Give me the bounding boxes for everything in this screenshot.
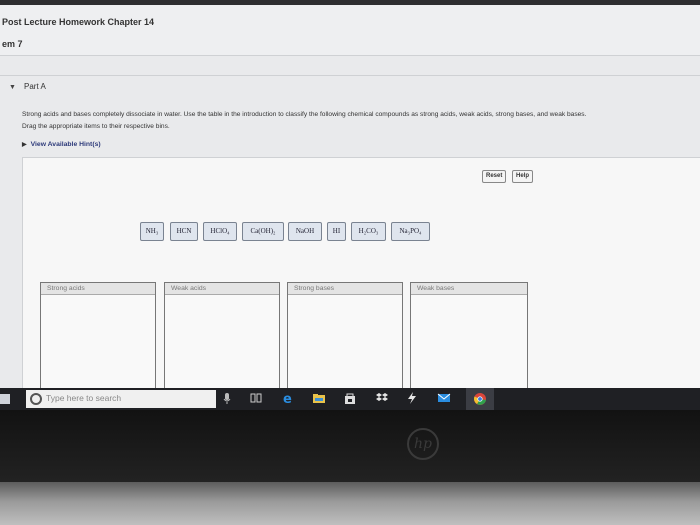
taskbar-search-box[interactable]: Type here to search: [26, 390, 216, 408]
bin-weak-bases[interactable]: Weak bases: [410, 282, 528, 392]
hp-logo: hp: [407, 428, 439, 460]
dropbox-icon[interactable]: [375, 391, 389, 405]
instructions: Strong acids and bases completely dissoc…: [22, 109, 698, 133]
view-hints-link[interactable]: ▶ View Available Hint(s): [22, 141, 101, 148]
help-button[interactable]: Help: [512, 170, 534, 183]
cortana-circle-icon: [30, 393, 42, 405]
laptop-base: [0, 482, 700, 525]
drag-instruction: Drag the appropriate items to their resp…: [22, 123, 170, 130]
reset-button[interactable]: Reset: [482, 170, 507, 183]
draggable-h2co3[interactable]: H₂CO₃: [351, 222, 386, 241]
bin-weak-acids[interactable]: Weak acids: [164, 282, 280, 392]
bin-label: Weak acids: [165, 283, 279, 295]
microphone-icon[interactable]: [220, 391, 234, 405]
problem-label: em 7: [2, 39, 23, 49]
task-view-icon[interactable]: [249, 391, 263, 405]
draggable-naoh[interactable]: NaOH: [288, 222, 322, 241]
hint-link-label: View Available Hint(s): [30, 141, 101, 148]
windows-taskbar: Type here to search e: [0, 388, 700, 410]
draggable-hclo4[interactable]: HClO₄: [203, 222, 237, 241]
part-a-header[interactable]: ▼ Part A: [0, 75, 700, 100]
instruction-text: Strong acids and bases completely dissoc…: [22, 111, 587, 118]
bin-label: Weak bases: [411, 283, 527, 295]
bin-strong-bases[interactable]: Strong bases: [287, 282, 403, 392]
course-title: Post Lecture Homework Chapter 14: [2, 17, 155, 27]
store-icon[interactable]: [343, 391, 357, 405]
draggable-nh3[interactable]: NH₃: [140, 222, 164, 241]
draggable-hi[interactable]: HI: [327, 222, 346, 241]
file-explorer-icon[interactable]: [312, 391, 326, 405]
bin-label: Strong bases: [288, 283, 402, 295]
mail-icon[interactable]: [437, 391, 451, 405]
windows-start-icon[interactable]: [0, 394, 10, 404]
draggable-hcn[interactable]: HCN: [170, 222, 198, 241]
chrome-active-tile[interactable]: [466, 388, 494, 410]
part-title: Part A: [24, 82, 46, 91]
screen: Post Lecture Homework Chapter 14 em 7 ▼ …: [0, 0, 700, 392]
search-placeholder: Type here to search: [46, 393, 122, 403]
assignment-header: Post Lecture Homework Chapter 14 em 7: [0, 5, 700, 56]
bin-strong-acids[interactable]: Strong acids: [40, 282, 156, 392]
bin-label: Strong acids: [41, 283, 155, 295]
draggable-caoh2[interactable]: Ca(OH)₂: [242, 222, 284, 241]
chrome-icon: [474, 393, 486, 405]
collapse-caret-icon[interactable]: ▼: [9, 84, 16, 91]
lightning-app-icon[interactable]: [405, 391, 419, 405]
expand-triangle-icon: ▶: [22, 142, 27, 148]
edge-browser-icon[interactable]: e: [281, 391, 295, 405]
draggable-na3po4[interactable]: Na₃PO₄: [391, 222, 430, 241]
svg-text:e: e: [283, 392, 292, 405]
